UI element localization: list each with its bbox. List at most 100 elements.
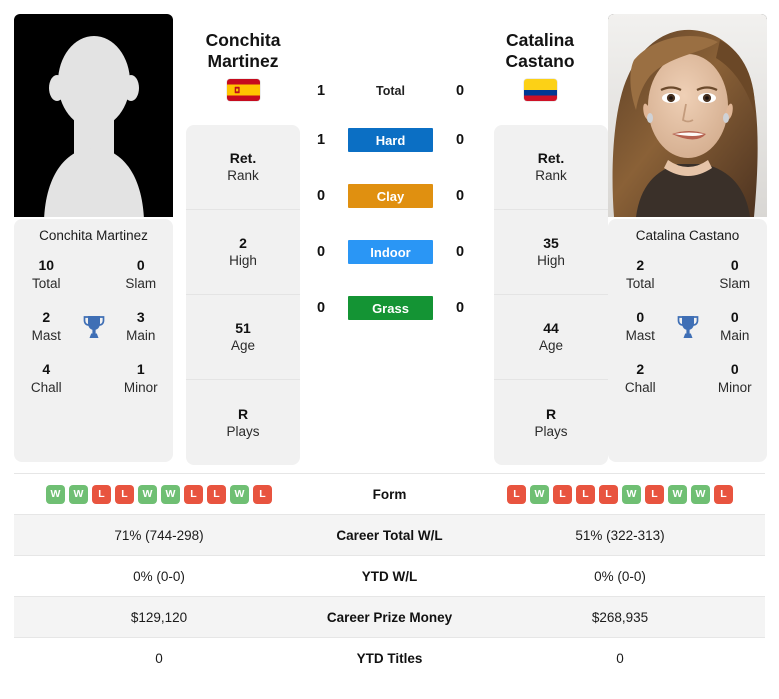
player-photo-right[interactable]	[608, 14, 767, 217]
titles-main-value-left: 3	[136, 309, 145, 326]
info-age-label-left: Age	[230, 338, 256, 354]
player-first-name-right: Catalina	[505, 30, 575, 50]
titles-card-right: Catalina Castano 2 Total 0 Slam 0 Mast 0…	[608, 219, 767, 462]
h2h-hard-right-value: 0	[455, 132, 465, 148]
info-column-left: Ret. Rank 2 High 51 Age R Plays	[186, 125, 300, 465]
titles-chall-right: 2 Chall	[616, 361, 665, 396]
player-last-name-left: Martinez	[207, 50, 279, 71]
titles-total-label-right: Total	[625, 275, 655, 291]
info-box-high-right: 35 High	[494, 210, 608, 295]
info-rank-value-left: Ret.	[229, 150, 257, 167]
form-badge-w: W	[668, 484, 687, 504]
surface-pill-hard[interactable]: Hard	[348, 128, 433, 152]
trophy-cell-left	[71, 314, 117, 340]
h2h-total-label: Total	[376, 84, 405, 98]
form-badge-l: L	[599, 484, 618, 504]
form-badge-w: W	[161, 484, 180, 504]
titles-chall-label-left: Chall	[30, 380, 62, 396]
titles-grid-right: 2 Total 0 Slam 0 Mast 0 Main 2 Chall 0 M…	[616, 257, 759, 397]
row-label-ytd-wl: YTD W/L	[304, 555, 475, 597]
titles-card-name-left: Conchita Martinez	[39, 228, 148, 243]
info-plays-label-left: Plays	[226, 423, 260, 439]
career-total-wl-right: 51% (322-313)	[475, 514, 765, 556]
player-column-right: Catalina Castano 2 Total 0 Slam 0 Mast 0…	[608, 14, 767, 462]
info-plays-value-right: R	[545, 405, 557, 422]
titles-slam-right: 0 Slam	[711, 257, 760, 292]
titles-slam-value-right: 0	[730, 257, 739, 273]
form-badge-l: L	[714, 484, 733, 504]
form-badge-l: L	[92, 484, 111, 504]
career-prize-money-left: $129,120	[14, 596, 304, 638]
form-badge-w: W	[691, 484, 710, 504]
h2h-hard-left-value: 1	[316, 132, 326, 148]
titles-slam-left: 0 Slam	[117, 257, 166, 292]
table-row-form: WWLLWWLLWL Form LWLLLWLWWL	[14, 473, 765, 515]
titles-minor-value-left: 1	[136, 361, 145, 378]
form-badge-w: W	[530, 484, 549, 504]
info-age-label-right: Age	[538, 338, 564, 354]
career-prize-money-right: $268,935	[475, 596, 765, 638]
info-box-plays-left: R Plays	[186, 380, 300, 465]
form-badge-w: W	[69, 484, 88, 504]
trophy-icon	[83, 315, 104, 338]
row-label-career-total-wl: Career Total W/L	[304, 514, 475, 556]
comparison-area: Conchita Martinez 10 Total 0 Slam 2 Mast	[0, 0, 779, 465]
titles-mast-right: 0 Mast	[616, 309, 665, 344]
titles-chall-value-left: 4	[42, 361, 51, 378]
titles-minor-value-right: 0	[730, 361, 739, 378]
titles-total-label-left: Total	[31, 275, 61, 291]
info-rank-label-left: Rank	[227, 168, 259, 184]
form-cell-right: LWLLLWLWWL	[475, 473, 765, 515]
info-column-right: Ret. Rank 35 High 44 Age R Plays	[494, 125, 608, 465]
table-row-career-prize-money: $129,120 Career Prize Money $268,935	[14, 596, 765, 638]
ytd-wl-right: 0% (0-0)	[475, 555, 765, 597]
surface-pill-indoor[interactable]: Indoor	[348, 240, 433, 264]
form-badge-w: W	[230, 484, 249, 504]
ytd-titles-left: 0	[14, 637, 304, 679]
form-badge-l: L	[184, 484, 203, 504]
titles-total-value-left: 10	[38, 257, 55, 273]
player-photo-left[interactable]	[14, 14, 173, 217]
form-strip-left: WWLLWWLLWL	[14, 484, 304, 504]
titles-total-left: 10 Total	[22, 257, 71, 292]
ytd-titles-right: 0	[475, 637, 765, 679]
titles-slam-label-right: Slam	[719, 275, 751, 291]
titles-slam-value-left: 0	[136, 257, 145, 273]
form-cell-left: WWLLWWLLWL	[14, 473, 304, 515]
h2h-row-total: 1 Total 0	[300, 70, 481, 112]
h2h-grass-left-value: 0	[316, 300, 326, 316]
flag-colombia-icon	[523, 79, 557, 102]
titles-chall-value-right: 2	[636, 361, 645, 378]
h2h-clay-left-value: 0	[316, 188, 326, 204]
form-badge-l: L	[115, 484, 134, 504]
surface-pill-grass[interactable]: Grass	[348, 296, 433, 320]
h2h-clay-right-value: 0	[455, 188, 465, 204]
h2h-row-indoor: 0 Indoor 0	[300, 224, 481, 280]
info-age-value-right: 44	[543, 320, 559, 337]
career-total-wl-left: 71% (744-298)	[14, 514, 304, 556]
ytd-wl-left: 0% (0-0)	[14, 555, 304, 597]
form-badge-l: L	[207, 484, 226, 504]
titles-main-left: 3 Main	[117, 309, 166, 344]
info-high-label-right: High	[537, 253, 565, 269]
h2h-row-clay: 0 Clay 0	[300, 168, 481, 224]
titles-card-left: Conchita Martinez 10 Total 0 Slam 2 Mast	[14, 219, 173, 462]
form-badge-w: W	[622, 484, 641, 504]
titles-minor-left: 1 Minor	[117, 361, 166, 396]
form-strip-right: LWLLLWLWWL	[475, 484, 765, 504]
surface-pill-clay[interactable]: Clay	[348, 184, 433, 208]
titles-main-label-left: Main	[126, 328, 156, 344]
info-box-rank-left: Ret. Rank	[186, 125, 300, 210]
info-box-rank-right: Ret. Rank	[494, 125, 608, 210]
player-comparison-page: Conchita Martinez Catalina Castano Conch…	[0, 0, 779, 699]
player-first-name-left: Conchita	[205, 30, 281, 50]
titles-total-right: 2 Total	[616, 257, 665, 292]
row-label-form: Form	[304, 473, 475, 515]
titles-main-value-right: 0	[730, 309, 739, 326]
player-portrait-image	[608, 14, 767, 217]
titles-mast-left: 2 Mast	[22, 309, 71, 344]
form-badge-l: L	[507, 484, 526, 504]
form-badge-l: L	[553, 484, 572, 504]
titles-minor-label-right: Minor	[717, 380, 752, 396]
titles-main-label-right: Main	[720, 328, 750, 344]
